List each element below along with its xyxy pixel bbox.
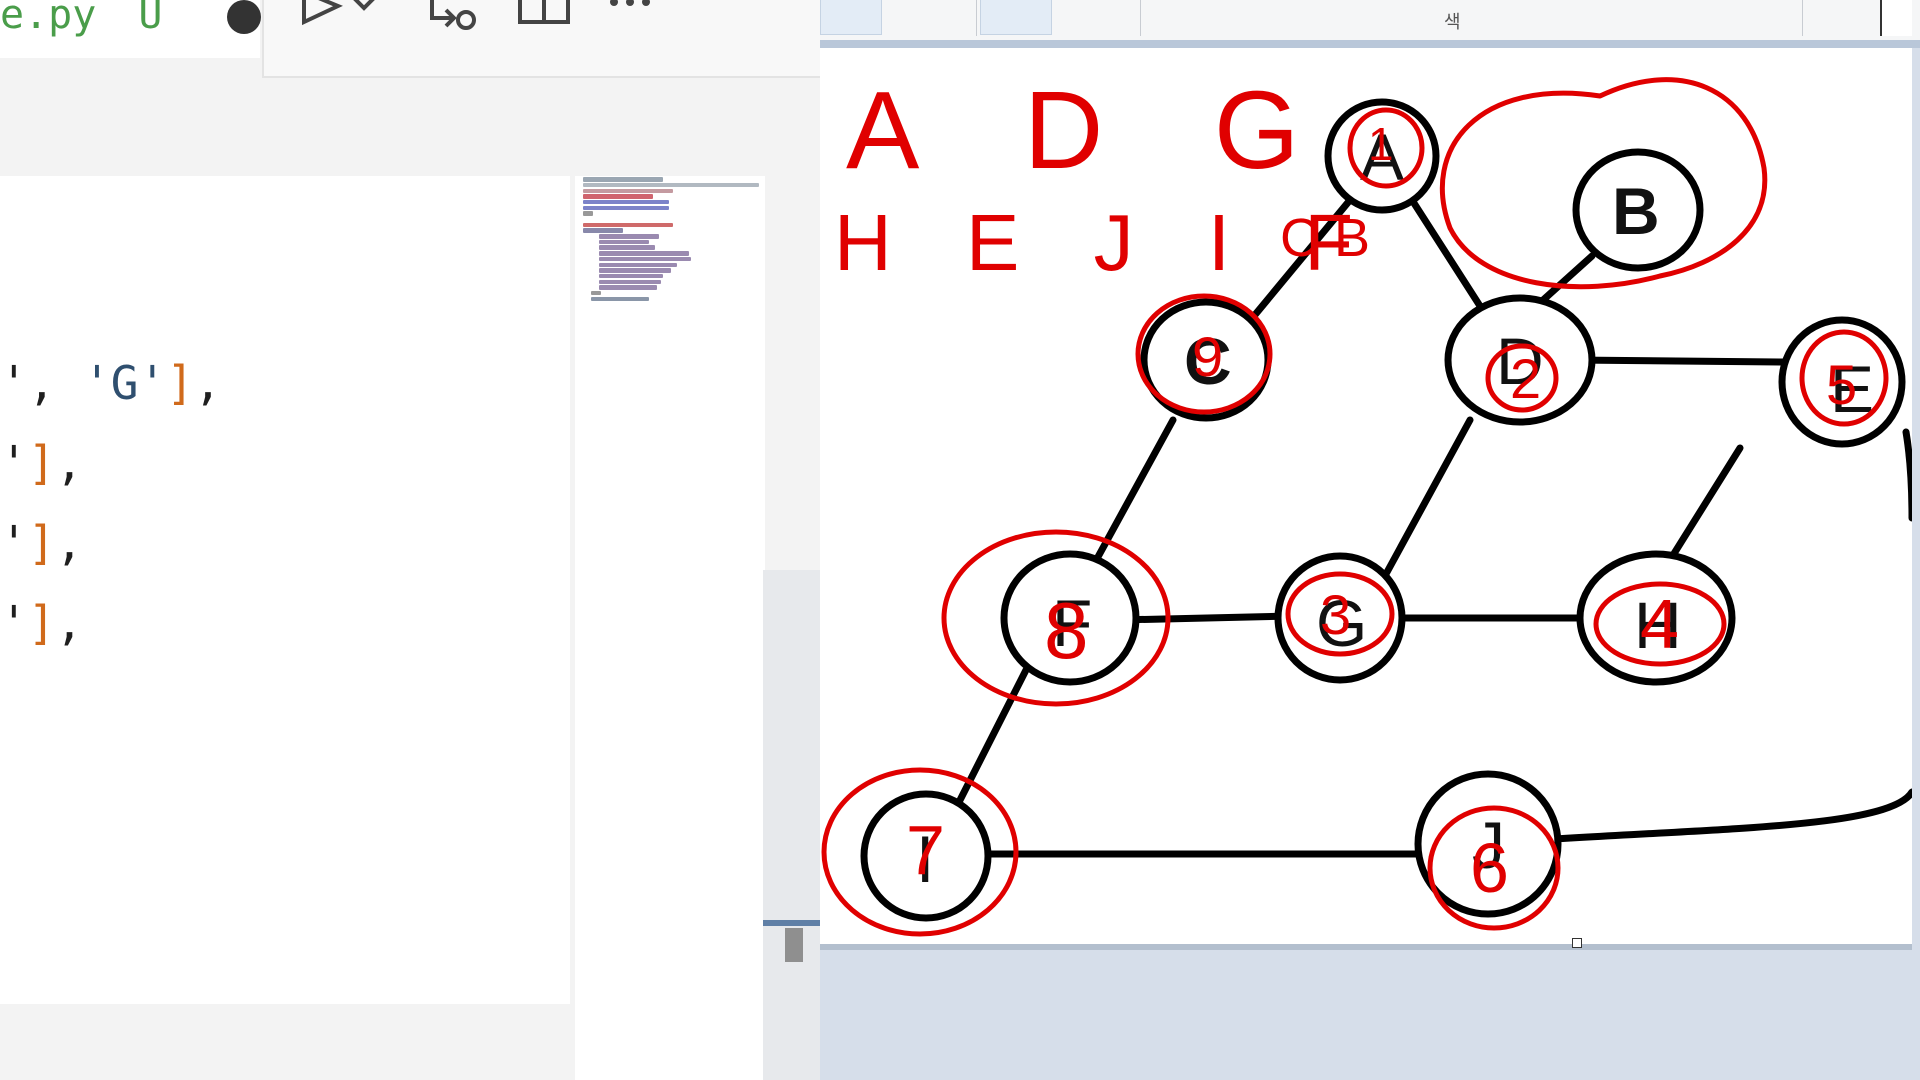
annotation-stack-note: C B: [1280, 208, 1370, 268]
edge-d-e: [1568, 356, 1788, 366]
drawing-canvas[interactable]: A B C D E F G H I J A D G H E J I F C B …: [820, 48, 1916, 944]
minimap[interactable]: [575, 176, 765, 1080]
order-number-d: 2: [1510, 347, 1541, 410]
scrollbar-thumb[interactable]: [785, 928, 803, 962]
panel-divider: [0, 1004, 570, 1080]
paint-ribbon: 색: [820, 0, 1920, 41]
order-number-j: 6: [1470, 829, 1509, 907]
edge-e-h: [1666, 444, 1744, 564]
debug-step-icon[interactable]: [424, 0, 484, 42]
code-line: ', 'G'],: [0, 356, 222, 410]
order-number-i: 7: [906, 811, 945, 889]
paint-window: 색 A B C D E F G H I J A D G H E J I F C …: [820, 0, 1920, 1080]
ribbon-separator: [976, 0, 977, 36]
ribbon-group-label: 색: [1444, 12, 1461, 33]
ribbon-separator: [1140, 0, 1141, 36]
editor-tab[interactable]: e.py U: [0, 0, 261, 58]
code-line: '],: [0, 436, 84, 490]
order-number-e: 5: [1826, 353, 1857, 416]
canvas-border: [820, 944, 1912, 950]
code-line: '],: [0, 596, 84, 650]
code-editor: e.py U ', 'G'], '], '], '],: [0, 0, 820, 1080]
tab-badge: U: [138, 0, 163, 38]
ribbon-separator: [1802, 0, 1803, 36]
tab-filename: e.py: [0, 0, 97, 38]
annotation-visit-order-line1: A D G: [846, 69, 1339, 192]
canvas-resize-handle[interactable]: [1572, 938, 1582, 948]
order-number-c: 9: [1192, 325, 1223, 388]
ribbon-border: [820, 40, 1920, 48]
node-label-b: B: [1612, 174, 1660, 248]
more-icon[interactable]: [604, 0, 664, 12]
vertical-scrollbar[interactable]: [763, 570, 820, 1080]
scroll-position-marker: [763, 920, 820, 926]
edge-j-offscreen: [1536, 788, 1916, 844]
code-text-area[interactable]: ', 'G'], '], '], '],: [0, 176, 570, 1004]
code-line: '],: [0, 516, 84, 570]
edge-e-offscreen: [1902, 428, 1916, 522]
ribbon-button[interactable]: [1880, 0, 1912, 36]
graph-drawing: A B C D E F G H I J A D G H E J I F C B …: [821, 69, 1916, 937]
order-number-f: 8: [1044, 586, 1089, 675]
edge-f-g: [1116, 612, 1294, 624]
split-editor-icon[interactable]: [516, 0, 576, 32]
chevron-down-icon[interactable]: [346, 0, 386, 22]
unsaved-dot-icon[interactable]: [226, 0, 261, 34]
ribbon-button[interactable]: [820, 0, 882, 35]
order-number-a: 1: [1368, 118, 1394, 170]
ribbon-button[interactable]: [980, 0, 1052, 35]
editor-toolbar: [262, 0, 820, 78]
edge-f-i: [951, 666, 1030, 814]
order-number-g: 3: [1320, 583, 1351, 646]
order-number-h: 4: [1640, 585, 1679, 663]
